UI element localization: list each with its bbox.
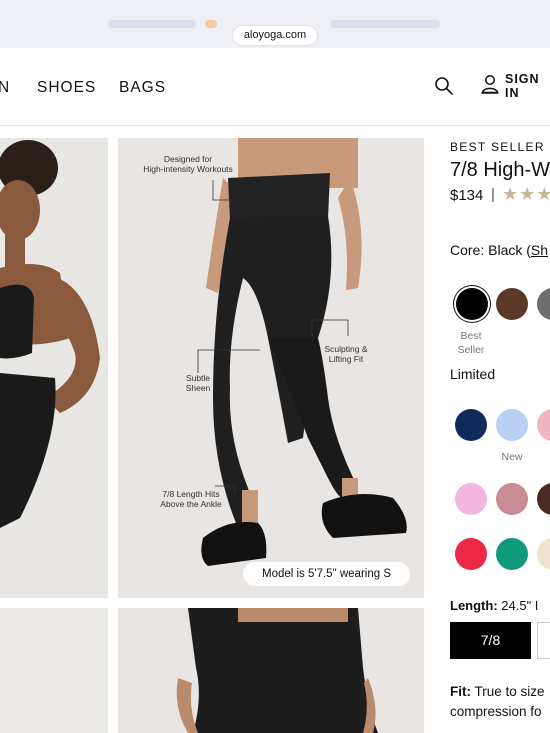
browser-bar: aloyoga.com [0, 0, 550, 48]
swatch-limited[interactable] [496, 483, 528, 515]
color-selection-label: Core: Black (Sh [450, 242, 548, 258]
callout-workouts-text: Designed for High-intensity Workouts [143, 154, 233, 174]
fit-value: True to size [474, 684, 545, 699]
product-image-model[interactable] [0, 138, 108, 598]
price-separator: | [491, 186, 495, 203]
fit-label: Fit: [450, 684, 471, 699]
user-icon [481, 74, 499, 99]
length-option-2[interactable] [537, 622, 550, 659]
length-value: 24.5" I [501, 598, 539, 613]
fit-description: compression fo [450, 704, 542, 719]
length-label: Length: [450, 598, 498, 613]
swatch-limited[interactable] [455, 409, 487, 441]
product-image-4[interactable] [118, 608, 424, 733]
callout-workouts: Designed for High-intensity Workouts [136, 154, 240, 174]
nav-item-bags[interactable]: BAGS [119, 79, 166, 97]
sign-in-button[interactable]: SIGN IN [481, 72, 550, 100]
swatch-limited[interactable] [455, 483, 487, 515]
search-icon[interactable] [434, 76, 454, 96]
site-header: N SHOES BAGS SIGN IN [0, 48, 550, 126]
product-info: BEST SELLER 7/8 High-W $134 | ★★★★★ Core… [450, 126, 550, 733]
callout-length: 7/8 Length Hits Above the Ankle [148, 489, 234, 509]
rating-stars[interactable]: ★★★★★ [502, 184, 550, 205]
color-name: Core: Black ( [450, 242, 531, 258]
url-bar[interactable]: aloyoga.com [233, 26, 317, 45]
limited-section-label: Limited [450, 366, 496, 382]
nav-item-women[interactable]: N [0, 79, 10, 97]
blurred-banner-text [330, 20, 440, 28]
color-shop-link[interactable]: Sh [531, 242, 548, 258]
callout-length-text: 7/8 Length Hits Above the Ankle [160, 489, 222, 509]
callout-sheen: Subtle Sheen [174, 373, 222, 393]
length-info: Length: 24.5" I [450, 598, 538, 613]
swatch-limited[interactable] [496, 538, 528, 570]
star-icon: ★ [502, 184, 520, 204]
callout-sheen-text: Subtle Sheen [185, 373, 211, 393]
nav-item-shoes[interactable]: SHOES [37, 79, 96, 97]
callout-sculpt-text: Sculpting & Lifting Fit [324, 344, 368, 364]
swatch-label-best-seller: Best Seller [457, 330, 485, 356]
product-image-3[interactable] [0, 608, 108, 733]
swatch-limited[interactable] [537, 538, 550, 570]
swatch-limited[interactable] [455, 538, 487, 570]
swatch-espresso[interactable] [496, 288, 528, 320]
blurred-banner-icon [205, 20, 217, 28]
fit-info: Fit: True to size compression fo [450, 682, 545, 722]
product-image-leggings-detail[interactable]: Designed for High-intensity Workouts Scu… [118, 138, 424, 598]
swatch-gray[interactable] [537, 288, 550, 320]
length-option-7-8[interactable]: 7/8 [450, 622, 531, 659]
swatch-limited[interactable] [537, 409, 550, 441]
blurred-banner-text [108, 20, 196, 28]
swatch-black[interactable] [456, 288, 488, 320]
swatch-limited[interactable] [496, 409, 528, 441]
model-size-note: Model is 5'7.5" wearing S [243, 562, 410, 586]
product-price: $134 [450, 187, 484, 204]
callout-sculpt: Sculpting & Lifting Fit [313, 344, 379, 364]
swatch-label-new: New [501, 451, 523, 463]
swatch-limited[interactable] [537, 483, 550, 515]
star-icon: ★ [519, 184, 537, 204]
product-title: 7/8 High-W [450, 159, 550, 181]
best-seller-badge: BEST SELLER [450, 140, 545, 154]
sign-in-label: SIGN IN [505, 72, 540, 100]
star-icon: ★ [536, 184, 550, 204]
